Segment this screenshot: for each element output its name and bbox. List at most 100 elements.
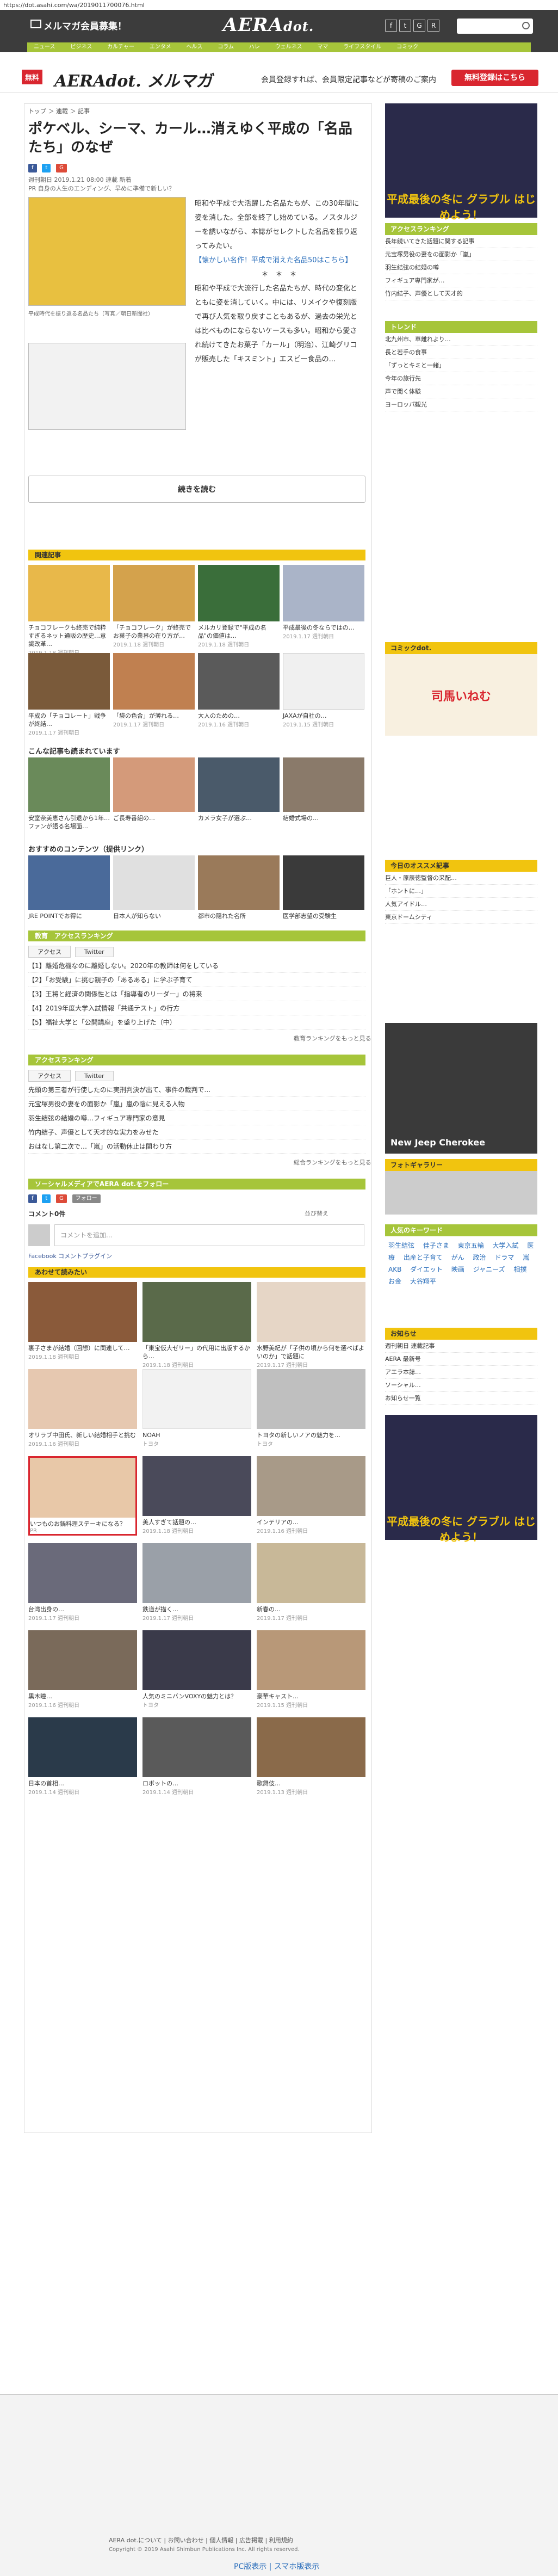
recommend-item[interactable]: カメラ女子が選ぶ… bbox=[198, 757, 280, 822]
keyword[interactable]: お金 bbox=[388, 1278, 401, 1285]
related-item[interactable]: 平成最後の冬ならではの… 2019.1.17 週刊朝日 bbox=[283, 565, 364, 640]
ranking-row[interactable]: 羽生結弦の結婚の噂…フィギュア専門家の意見 bbox=[28, 1111, 365, 1125]
ranking-row[interactable]: 竹内結子、声優として天才的な実力をみせた bbox=[28, 1125, 365, 1139]
promo-item[interactable]: NOAH トヨタ bbox=[142, 1369, 251, 1447]
promo-item[interactable]: ロボットの… 2019.1.14 週刊朝日 bbox=[142, 1717, 251, 1796]
recommend-item[interactable]: ご長寿番組の… bbox=[113, 757, 195, 822]
ranking-row[interactable]: 羽生結弦の結婚の噂 bbox=[385, 261, 537, 274]
keyword[interactable]: がん bbox=[451, 1254, 464, 1261]
related-item[interactable]: チョコフレークも終売で純粋すぎるネット通販の歴史…意識改革…2019.1.18 … bbox=[28, 565, 110, 656]
todays-row[interactable]: 「ホントに…」 bbox=[385, 885, 537, 898]
car-ad[interactable]: New Jeep Cherokee bbox=[385, 1023, 537, 1154]
google-plus-icon[interactable]: G bbox=[413, 20, 425, 32]
related-item[interactable]: 「袋の色合」が薄れる… 2019.1.17 週刊朝日 bbox=[113, 653, 195, 728]
google-share-button[interactable]: G bbox=[56, 164, 67, 172]
ranking-row[interactable]: 元宝塚男役の妻をの面影か「嵐」嵐の陰に見える人物 bbox=[28, 1097, 365, 1111]
content-item[interactable]: JRE POINTでお得に bbox=[28, 855, 110, 920]
promo-item[interactable]: 日本の首相… 2019.1.14 週刊朝日 bbox=[28, 1717, 137, 1796]
footer-link[interactable]: AERA dot.について bbox=[109, 2537, 162, 2544]
related-item[interactable]: メルカリ登録で"平成の名品"の価値は… 2019.1.18 週刊朝日 bbox=[198, 565, 280, 648]
keyword[interactable]: 嵐 bbox=[523, 1254, 529, 1261]
author-line[interactable]: PR 自身の人生のエンディング、早めに準備で新しい？ bbox=[28, 184, 175, 193]
twitter-share-button[interactable]: t bbox=[42, 164, 51, 172]
comment-sort[interactable]: 並び替え bbox=[305, 1209, 328, 1218]
recommend-item[interactable]: 結婚式場の… bbox=[283, 757, 364, 822]
nav-item[interactable]: ビジネス bbox=[70, 44, 92, 50]
member-link[interactable]: メルマガ会員募集！ bbox=[44, 19, 127, 32]
promo-item[interactable]: 美人すぎて話題の… 2019.1.18 週刊朝日 bbox=[142, 1456, 251, 1534]
ranking-row[interactable]: おはなし第二次で…「嵐」の活動休止は関わり方 bbox=[28, 1139, 365, 1154]
nav-item[interactable]: ヘルス bbox=[186, 44, 202, 50]
keyword[interactable]: 羽生結弦 bbox=[388, 1242, 414, 1249]
keyword[interactable]: 映画 bbox=[451, 1266, 464, 1273]
promo-item[interactable]: 鉄道が描く… 2019.1.17 週刊朝日 bbox=[142, 1543, 251, 1622]
facebook-follow-button[interactable]: f bbox=[28, 1194, 37, 1203]
keyword[interactable]: ジャニーズ bbox=[473, 1266, 505, 1273]
promo-item[interactable]: いつものお鍋料理ステーキになる？ PR bbox=[28, 1456, 137, 1536]
url-bar[interactable]: https://dot.asahi.com/wa/2019011700076.h… bbox=[0, 0, 558, 10]
ranking-row[interactable]: フィギュア専門家が… bbox=[385, 274, 537, 287]
sidebar-ad-top[interactable]: 平成最後の冬に グラブル はじめよう！ bbox=[385, 103, 537, 221]
tab-access[interactable]: アクセス bbox=[28, 946, 71, 958]
ranking-row[interactable]: 【3】王将と経済の関係性とは「指導者のリーダー」の将来 bbox=[28, 987, 365, 1001]
notice-row[interactable]: アエラ本誌… bbox=[385, 1366, 537, 1379]
ranking-row[interactable]: 竹内結子、声優として天才的 bbox=[385, 287, 537, 300]
content-item[interactable]: 日本人が知らない bbox=[113, 855, 195, 920]
promo-item[interactable]: オリラブ中田氏、新しい結婚相手と挑む 2019.1.16 週刊朝日 bbox=[28, 1369, 137, 1447]
todays-row[interactable]: 東京ドームシティ bbox=[385, 911, 537, 924]
related-item[interactable]: JAXAが自社の… 2019.1.15 週刊朝日 bbox=[283, 653, 364, 728]
related-doc-image[interactable] bbox=[28, 343, 186, 430]
ranking-row[interactable]: 【2】「お受験」に挑む親子の「あるある」に学ぶ子育て bbox=[28, 973, 365, 987]
tab-twitter[interactable]: Twitter bbox=[75, 947, 114, 957]
facebook-share-button[interactable]: f bbox=[28, 164, 37, 172]
search-input[interactable] bbox=[457, 19, 533, 34]
site-logo[interactable]: AERAdot. bbox=[223, 14, 314, 36]
tab-twitter[interactable]: Twitter bbox=[75, 1071, 114, 1081]
todays-row[interactable]: 巨人・原辰徳監督の采配… bbox=[385, 872, 537, 885]
promo-item[interactable]: 台湾出身の… 2019.1.17 週刊朝日 bbox=[28, 1543, 137, 1622]
promo-item[interactable]: 水野美紀が「子供の頃から何を選べばよいのか」で話題に 2019.1.17 週刊朝日 bbox=[257, 1282, 365, 1369]
twitter-icon[interactable]: t bbox=[399, 20, 411, 32]
nav-item[interactable]: ニュース bbox=[34, 44, 55, 50]
trend-row[interactable]: 北九州市、車離れより… bbox=[385, 333, 537, 346]
footer-link[interactable]: 広告掲載 bbox=[239, 2537, 263, 2544]
trend-row[interactable]: ヨーロッパ観光 bbox=[385, 398, 537, 411]
nav-item[interactable]: カルチャー bbox=[107, 44, 134, 50]
notice-row[interactable]: 週刊朝日 連載記事 bbox=[385, 1340, 537, 1353]
related-item[interactable]: 大人のための… 2019.1.16 週刊朝日 bbox=[198, 653, 280, 728]
promo-item[interactable]: 新春の… 2019.1.17 週刊朝日 bbox=[257, 1543, 365, 1622]
comic-image[interactable]: 司馬いねむ bbox=[385, 654, 537, 736]
footer-link[interactable]: お問い合わせ bbox=[168, 2537, 204, 2544]
sidebar-ad-bottom[interactable]: 平成最後の冬に グラブル はじめよう！ bbox=[385, 1415, 537, 1544]
facebook-icon[interactable]: f bbox=[385, 20, 397, 32]
trend-row[interactable]: 「ずっとキミと一緒」 bbox=[385, 359, 537, 372]
promo-item[interactable]: 豪華キャスト… 2019.1.15 週刊朝日 bbox=[257, 1630, 365, 1709]
article-image[interactable] bbox=[28, 197, 186, 306]
keyword[interactable]: 佳子さま bbox=[423, 1242, 449, 1249]
content-item[interactable]: 都市の隠れた名所 bbox=[198, 855, 280, 920]
footer-link[interactable]: 利用規約 bbox=[269, 2537, 293, 2544]
trend-row[interactable]: 長と若手の食事 bbox=[385, 346, 537, 359]
nav-item[interactable]: エンタメ bbox=[150, 44, 171, 50]
breadcrumb[interactable]: トップ ＞ 連載 ＞ 記事 bbox=[28, 107, 90, 115]
notice-row[interactable]: お知らせ一覧 bbox=[385, 1392, 537, 1405]
promo-item[interactable]: インテリアの… 2019.1.16 週刊朝日 bbox=[257, 1456, 365, 1534]
keyword[interactable]: 出産と子育て bbox=[404, 1254, 443, 1261]
notice-row[interactable]: AERA 最新号 bbox=[385, 1353, 537, 1366]
nav-item[interactable]: ハレ bbox=[249, 44, 260, 50]
promo-item[interactable]: 人気のミニバンVOXYの魅力とは？ トヨタ bbox=[142, 1630, 251, 1709]
ranking2-more[interactable]: 総合ランキングをもっと見る bbox=[294, 1158, 371, 1167]
keyword[interactable]: 大学入試 bbox=[493, 1242, 519, 1249]
related-item[interactable]: 平成の「チョコレート」戦争が終結… 2019.1.17 週刊朝日 bbox=[28, 653, 110, 736]
related-item[interactable]: 「チョコフレーク」が終売でお菓子の業界の在り方が… 2019.1.18 週刊朝日 bbox=[113, 565, 195, 648]
photo-gallery[interactable] bbox=[385, 1171, 537, 1215]
pc-sp-switch[interactable]: PC版表示 | スマホ版表示 bbox=[234, 2561, 319, 2572]
ranking-row[interactable]: 【4】2019年度大学入試情報「共通テスト」の行方 bbox=[28, 1001, 365, 1015]
nav-item[interactable]: ママ bbox=[317, 44, 328, 50]
keyword[interactable]: 東京五輪 bbox=[458, 1242, 484, 1249]
keyword[interactable]: ダイエット bbox=[410, 1266, 443, 1273]
ranking-row[interactable]: 長年続いてきた話題に関する記事 bbox=[385, 235, 537, 248]
keyword[interactable]: 大谷翔平 bbox=[410, 1278, 436, 1285]
nav-item[interactable]: コミック bbox=[396, 44, 418, 50]
ranking1-more[interactable]: 教育ランキングをもっと見る bbox=[294, 1034, 371, 1043]
